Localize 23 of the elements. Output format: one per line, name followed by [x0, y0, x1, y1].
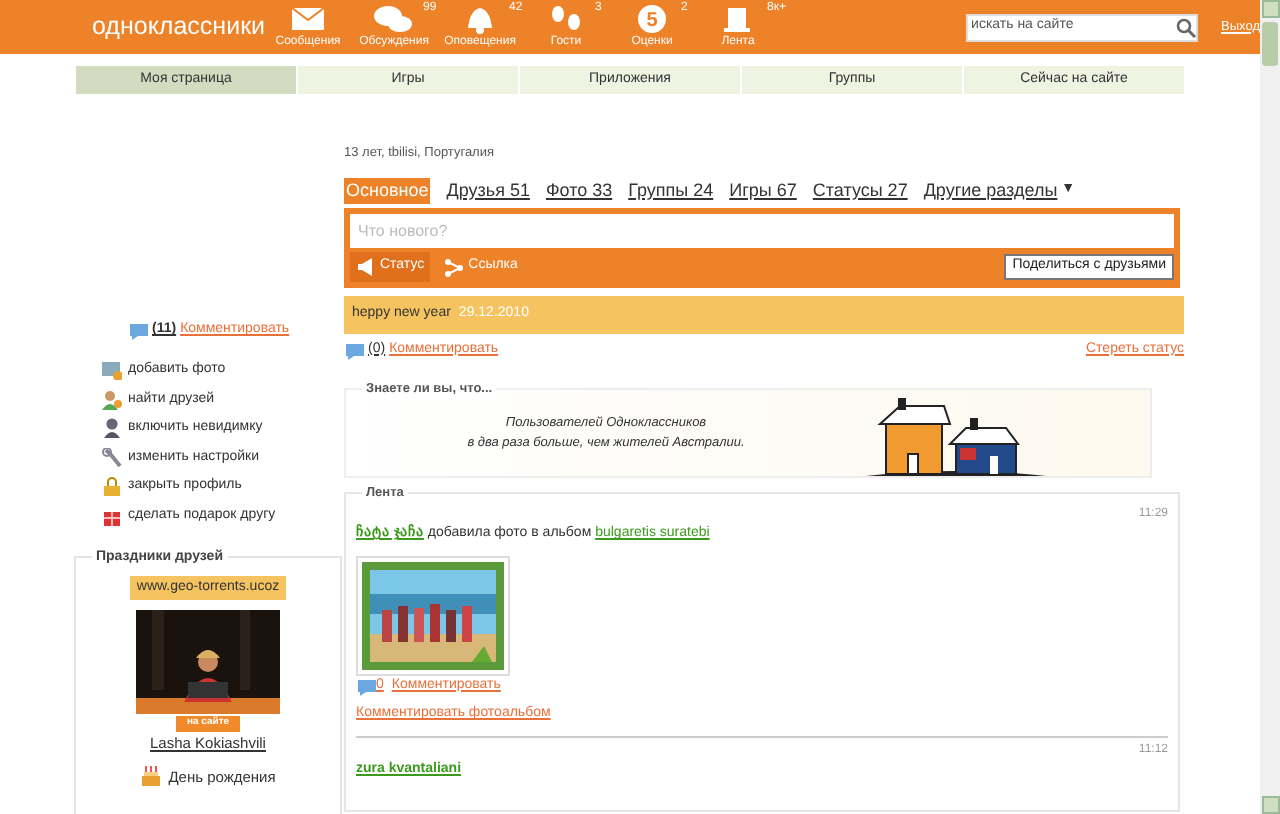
comment-icon — [344, 341, 364, 359]
cake-icon — [140, 766, 163, 787]
wrench-icon — [102, 447, 122, 468]
lock-icon — [102, 476, 122, 497]
scroll-up-button[interactable] — [1261, 0, 1279, 18]
profile-tab[interactable]: Игры 67 — [729, 177, 797, 205]
comment-icon — [356, 677, 376, 695]
comment-icon — [128, 321, 148, 340]
profile-tab[interactable]: Статусы 27 — [812, 177, 908, 205]
search-icon — [1175, 17, 1196, 37]
figure-icon — [102, 418, 122, 439]
photo-icon — [102, 360, 122, 381]
status-input[interactable]: Что нового? — [350, 214, 1174, 249]
person-icon — [102, 389, 122, 410]
profile-tab[interactable]: Фото 33 — [545, 177, 613, 205]
megaphone-icon — [356, 257, 376, 277]
profile-tab[interactable]: Другие разделы — [923, 177, 1058, 205]
link-icon — [444, 257, 465, 277]
scroll-down-button[interactable] — [1261, 796, 1279, 814]
scrollbar-thumb[interactable] — [1261, 22, 1277, 66]
speech-bubbles-icon — [372, 3, 417, 33]
profile-tab[interactable]: Друзья 51 — [446, 177, 530, 205]
profile-tab[interactable]: Группы 24 — [628, 177, 714, 205]
